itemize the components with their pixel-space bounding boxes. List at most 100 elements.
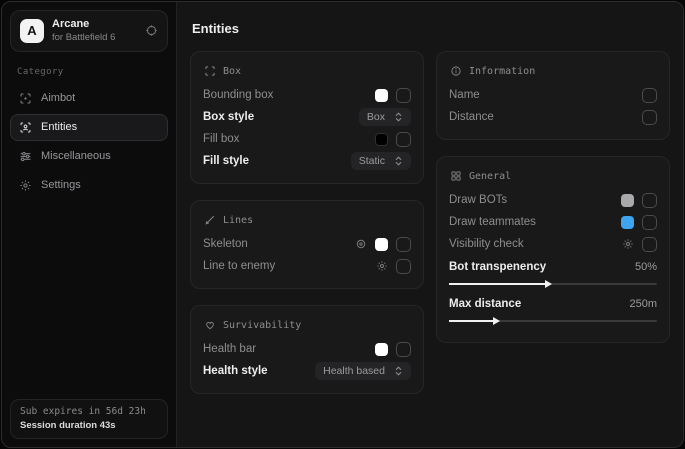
pencil-line-icon	[204, 214, 216, 226]
chevron-updown-icon	[394, 366, 403, 376]
draw-bots-checkbox[interactable]	[642, 193, 657, 208]
information-card-header: Information	[450, 65, 657, 77]
sliders-icon	[19, 150, 32, 163]
bounding-box-label: Bounding box	[203, 89, 273, 101]
line-to-enemy-settings-gear-icon[interactable]	[376, 260, 388, 272]
box-style-value: Box	[367, 111, 385, 123]
draw-bots-color-swatch[interactable]	[621, 194, 634, 207]
category-label: Category	[17, 67, 168, 77]
distance-checkbox[interactable]	[642, 110, 657, 125]
sidebar-item-aimbot[interactable]: Aimbot	[10, 85, 168, 112]
health-style-row: Health style Health based	[203, 360, 411, 382]
health-style-value: Health based	[323, 365, 385, 377]
box-card-header: Box	[204, 65, 411, 77]
page-title: Entities	[192, 21, 670, 36]
general-card-header: General	[450, 170, 657, 182]
max-distance-slider[interactable]	[449, 320, 657, 322]
sidebar-item-settings[interactable]: Settings	[10, 172, 168, 199]
grid-icon	[450, 170, 462, 182]
brand-card: A Arcane for Battlefield 6	[10, 10, 168, 52]
chevron-updown-icon	[394, 156, 403, 166]
box-style-dropdown[interactable]: Box	[359, 108, 411, 126]
fill-style-row: Fill style Static	[203, 150, 411, 172]
fill-box-checkbox[interactable]	[396, 132, 411, 147]
sidebar-item-miscellaneous[interactable]: Miscellaneous	[10, 143, 168, 170]
info-icon	[450, 65, 462, 77]
brand-title: Arcane	[52, 18, 115, 31]
app-window: A Arcane for Battlefield 6 Category	[1, 1, 684, 448]
main-panel: Entities Box	[177, 2, 683, 447]
survivability-card-header: Survivability	[204, 319, 411, 331]
fill-style-value: Static	[359, 155, 385, 167]
visibility-check-settings-gear-icon[interactable]	[622, 238, 634, 250]
line-to-enemy-row: Line to enemy	[203, 255, 411, 277]
bounding-box-checkbox[interactable]	[396, 88, 411, 103]
distance-row: Distance	[449, 106, 657, 128]
skeleton-label: Skeleton	[203, 238, 248, 250]
fill-box-color-swatch[interactable]	[375, 133, 388, 146]
heart-icon	[204, 319, 216, 331]
line-to-enemy-checkbox[interactable]	[396, 259, 411, 274]
bot-transparency-slider-fill	[449, 283, 545, 285]
skeleton-row: Skeleton	[203, 233, 411, 255]
fill-style-dropdown[interactable]: Static	[351, 152, 411, 170]
fill-box-row: Fill box	[203, 128, 411, 150]
draw-teammates-color-swatch[interactable]	[621, 216, 634, 229]
sidebar-item-label: Entities	[41, 121, 77, 133]
draw-bots-row: Draw BOTs	[449, 189, 657, 211]
draw-teammates-checkbox[interactable]	[642, 215, 657, 230]
sidebar-nav: Aimbot Entities	[10, 85, 168, 199]
subscription-status-card: Sub expires in 56d 23h Session duration …	[10, 399, 168, 439]
sidebar-item-entities[interactable]: Entities	[10, 114, 168, 141]
max-distance-value: 250m	[629, 298, 657, 310]
sidebar-item-label: Miscellaneous	[41, 150, 111, 162]
health-bar-label: Health bar	[203, 343, 256, 355]
line-to-enemy-label: Line to enemy	[203, 260, 275, 272]
health-style-dropdown[interactable]: Health based	[315, 362, 411, 380]
lines-card-header: Lines	[204, 214, 411, 226]
session-duration-text: Session duration 43s	[20, 420, 158, 431]
box-card-title: Box	[223, 66, 241, 77]
skeleton-color-swatch[interactable]	[375, 238, 388, 251]
health-bar-color-swatch[interactable]	[375, 343, 388, 356]
lines-card-title: Lines	[223, 215, 253, 226]
visibility-check-row: Visibility check	[449, 233, 657, 255]
name-label: Name	[449, 89, 480, 101]
scan-person-icon	[19, 121, 32, 134]
bot-transparency-slider[interactable]	[449, 283, 657, 285]
survivability-card-title: Survivability	[223, 320, 301, 331]
visibility-check-checkbox[interactable]	[642, 237, 657, 252]
information-card-title: Information	[469, 66, 535, 77]
information-card: Information Name Distance	[436, 51, 670, 140]
sidebar-item-label: Aimbot	[41, 92, 75, 104]
bot-transparency-block: Bot transpenency 50%	[449, 257, 657, 285]
skeleton-settings-gear-icon[interactable]	[355, 238, 367, 250]
bot-transparency-label: Bot transpenency	[449, 261, 546, 273]
box-card: Box Bounding box Box style Box	[190, 51, 424, 184]
name-row: Name	[449, 84, 657, 106]
draw-teammates-label: Draw teammates	[449, 216, 536, 228]
survivability-card: Survivability Health bar Health style He…	[190, 305, 424, 394]
distance-label: Distance	[449, 111, 494, 123]
gear-icon	[19, 179, 32, 192]
name-checkbox[interactable]	[642, 88, 657, 103]
brand-text: Arcane for Battlefield 6	[52, 18, 115, 44]
target-icon[interactable]	[145, 24, 158, 37]
visibility-check-label: Visibility check	[449, 238, 524, 250]
brand-logo: A	[20, 19, 44, 43]
sub-expiry-text: Sub expires in 56d 23h	[20, 406, 158, 417]
max-distance-slider-fill	[449, 320, 493, 322]
box-style-row: Box style Box	[203, 106, 411, 128]
health-bar-row: Health bar	[203, 338, 411, 360]
chevron-updown-icon	[394, 112, 403, 122]
draw-bots-label: Draw BOTs	[449, 194, 507, 206]
bounding-box-color-swatch[interactable]	[375, 89, 388, 102]
draw-teammates-row: Draw teammates	[449, 211, 657, 233]
general-card: General Draw BOTs Draw teammates	[436, 156, 670, 343]
health-bar-checkbox[interactable]	[396, 342, 411, 357]
skeleton-checkbox[interactable]	[396, 237, 411, 252]
crosshair-icon	[19, 92, 32, 105]
box-corners-icon	[204, 65, 216, 77]
sidebar-item-label: Settings	[41, 179, 81, 191]
bot-transparency-value: 50%	[635, 261, 657, 273]
